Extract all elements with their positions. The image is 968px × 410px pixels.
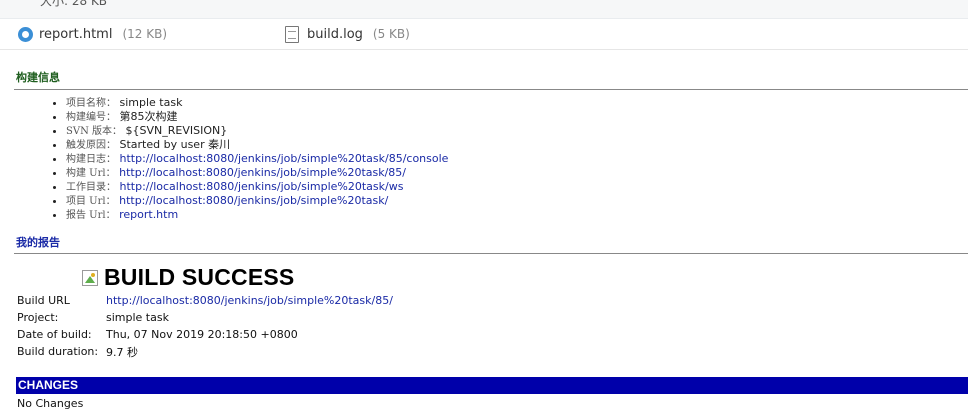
meta-value: http://localhost:8080/jenkins/job/simple… <box>105 292 399 309</box>
build-info-title: 构建信息 <box>16 71 60 84</box>
attachment-report-html[interactable]: report.html (12 KB) <box>18 24 167 44</box>
console-link[interactable]: http://localhost:8080/jenkins/job/simple… <box>120 152 449 165</box>
info-key: 报告 Url： <box>66 210 116 221</box>
meta-value: Thu, 07 Nov 2019 20:18:50 +0800 <box>106 328 298 341</box>
build-meta-table: Build URL http://localhost:8080/jenkins/… <box>16 292 399 360</box>
changes-header: CHANGES <box>16 377 968 394</box>
report-header: BUILD SUCCESS <box>82 264 294 291</box>
attachment-size: (5 KB) <box>372 27 410 41</box>
list-item: 构建编号： 第85次构建 <box>66 110 448 124</box>
build-status-title: BUILD SUCCESS <box>104 264 295 290</box>
info-key: 项目名称： <box>66 98 116 109</box>
attachment-size: (12 KB) <box>122 27 168 41</box>
build-info-list: 项目名称： simple task 构建编号： 第85次构建 SVN 版本： $… <box>16 96 448 222</box>
table-row: Date of build: Thu, 07 Nov 2019 20:18:50… <box>16 326 399 343</box>
table-row: Project: simple task <box>16 309 399 326</box>
info-value: ${SVN_REVISION} <box>125 124 228 137</box>
meta-label: Build duration: <box>17 345 99 358</box>
list-item: 项目名称： simple task <box>66 96 448 110</box>
attachment-build-log[interactable]: build.log (5 KB) <box>285 24 410 44</box>
project-url-link[interactable]: http://localhost:8080/jenkins/job/simple… <box>119 194 388 207</box>
no-changes-text: No Changes <box>17 397 84 410</box>
meta-value: simple task <box>106 311 169 324</box>
list-item: SVN 版本： ${SVN_REVISION} <box>66 124 448 138</box>
meta-label: Project: <box>17 311 59 324</box>
html-file-icon <box>18 26 33 42</box>
build-url-link[interactable]: http://localhost:8080/jenkins/job/simple… <box>119 166 406 179</box>
report-url-link[interactable]: report.htm <box>119 208 178 221</box>
meta-label: Date of build: <box>17 328 92 341</box>
my-report-title: 我的报告 <box>16 236 60 249</box>
divider <box>14 89 968 90</box>
list-item: 构建 Url： http://localhost:8080/jenkins/jo… <box>66 166 448 180</box>
workspace-link[interactable]: http://localhost:8080/jenkins/job/simple… <box>120 180 404 193</box>
list-item: 触发原因： Started by user 秦川 <box>66 138 448 152</box>
table-row: Build URL http://localhost:8080/jenkins/… <box>16 292 399 309</box>
info-value: 第85次构建 <box>119 110 178 123</box>
list-item: 项目 Url： http://localhost:8080/jenkins/jo… <box>66 194 448 208</box>
attachment-size-cut: 大小: 28 KB <box>40 0 108 8</box>
info-value: Started by user 秦川 <box>119 138 231 151</box>
attachment-bar: report.html (12 KB) build.log (5 KB) <box>0 19 968 50</box>
info-key: 构建 Url： <box>66 168 116 179</box>
document-icon <box>285 25 299 43</box>
table-row: Build duration: 9.7 秒 <box>16 343 399 360</box>
meta-value: 9.7 秒 <box>106 345 138 359</box>
info-key: SVN 版本： <box>66 126 123 137</box>
list-item: 工作目录： http://localhost:8080/jenkins/job/… <box>66 180 448 194</box>
info-key: 工作目录： <box>66 182 116 193</box>
attachment-name: report.html <box>39 26 113 42</box>
list-item: 构建日志： http://localhost:8080/jenkins/job/… <box>66 152 448 166</box>
list-item: 报告 Url： report.htm <box>66 208 448 222</box>
info-key: 构建日志： <box>66 154 116 165</box>
broken-image-icon <box>82 269 98 286</box>
previous-attachment-strip: 大小: 28 KB <box>0 0 968 19</box>
info-key: 构建编号： <box>66 112 116 123</box>
divider <box>14 253 968 254</box>
meta-label: Build URL <box>17 294 70 307</box>
info-key: 项目 Url： <box>66 196 116 207</box>
info-value: simple task <box>119 96 183 109</box>
attachment-name: build.log <box>307 26 363 42</box>
report-build-url-link[interactable]: http://localhost:8080/jenkins/job/simple… <box>106 294 393 307</box>
info-key: 触发原因： <box>66 140 116 151</box>
